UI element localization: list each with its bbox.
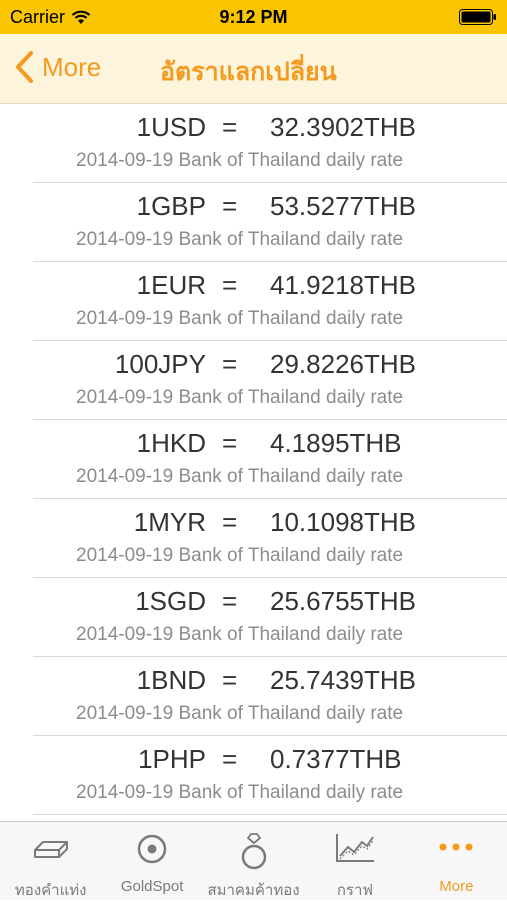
rate-row[interactable]: 1BND = 25.7439THB 2014-09-19 Bank of Thaila…	[33, 657, 507, 736]
tab-label: ทองคำแท่ง	[14, 882, 87, 899]
rate-line: 1EUR = 41.9218THB	[33, 270, 507, 304]
rate-line: 1SGD = 25.6755THB	[33, 586, 507, 620]
rate-line: 1USD = 32.3902THB	[33, 112, 507, 146]
tab-bar: ทองคำแท่ง GoldSpot สมาคมค้าทอง กราฟ More	[0, 821, 507, 900]
equals-sign: =	[222, 349, 238, 379]
currency-amount: 1GBP	[136, 191, 206, 221]
rate-description: 2014-09-19 Bank of Thailand daily rate	[76, 782, 404, 803]
equals-sign: =	[222, 428, 238, 458]
gold-bar-icon	[33, 841, 68, 858]
tab-goldspot[interactable]: GoldSpot	[101, 822, 202, 900]
tab-chart[interactable]: กราฟ	[304, 822, 405, 900]
equals-sign: =	[222, 744, 238, 774]
equals-sign: =	[222, 665, 238, 695]
equals-sign: =	[222, 112, 238, 142]
navigation-bar: More อัตราแลกเปลี่ยน	[0, 34, 507, 104]
rate-row[interactable]: 1PHP = 0.7377THB 2014-09-19 Bank of Thailan…	[33, 736, 507, 815]
rate-row[interactable]: 1MYR = 10.1098THB 2014-09-19 Bank of Thaila…	[33, 499, 507, 578]
status-bar: Carrier 9:12 PM	[0, 0, 507, 34]
target-icon	[137, 834, 167, 864]
rate-row[interactable]: 100JPY = 29.8226THB 2014-09-19 Bank of Thai…	[33, 341, 507, 420]
thb-value: 53.5277THB	[270, 191, 416, 221]
thb-value: 41.9218THB	[270, 270, 416, 300]
rate-line: 1PHP = 0.7377THB	[33, 744, 507, 778]
battery-icon	[459, 9, 496, 25]
rate-row[interactable]: 1USD = 32.3902THB 2014-09-19 Bank of Thaila…	[33, 104, 507, 183]
rates-list[interactable]: 1USD = 32.3902THB 2014-09-19 Bank of Thaila…	[0, 104, 507, 821]
chart-icon	[335, 834, 374, 862]
rate-description: 2014-09-19 Bank of Thailand daily rate	[76, 624, 404, 645]
currency-amount: 1MYR	[133, 507, 206, 537]
rate-row[interactable]: 1GBP = 53.5277THB 2014-09-19 Bank of Thaila…	[33, 183, 507, 262]
rate-description: 2014-09-19 Bank of Thailand daily rate	[76, 545, 404, 566]
tab-gold-association[interactable]: สมาคมค้าทอง	[203, 822, 304, 900]
clock: 9:12 PM	[219, 7, 288, 27]
rate-description: 2014-09-19 Bank of Thailand daily rate	[76, 229, 404, 250]
rate-line: 100JPY = 29.8226THB	[33, 349, 507, 383]
rate-description: 2014-09-19 Bank of Thailand daily rate	[76, 703, 404, 724]
back-label: More	[42, 51, 102, 82]
thb-value: 0.7377THB	[270, 744, 402, 774]
rate-row[interactable]: 1HKD = 4.1895THB 2014-09-19 Bank of Thailan…	[33, 420, 507, 499]
chevron-left-icon	[16, 51, 33, 83]
rate-line: 1BND = 25.7439THB	[33, 665, 507, 699]
rate-line: 1HKD = 4.1895THB	[33, 428, 507, 462]
thb-value: 32.3902THB	[270, 112, 416, 142]
equals-sign: =	[222, 586, 238, 616]
rate-line: 1GBP = 53.5277THB	[33, 191, 507, 225]
rate-description: 2014-09-19 Bank of Thailand daily rate	[76, 308, 404, 329]
equals-sign: =	[222, 507, 238, 537]
thb-value: 25.7439THB	[270, 665, 416, 695]
thb-value: 29.8226THB	[270, 349, 416, 379]
tab-label: More	[439, 878, 474, 895]
tab-gold-bar[interactable]: ทองคำแท่ง	[0, 822, 101, 900]
tab-label: กราฟ	[336, 882, 374, 899]
more-dots-icon	[439, 843, 473, 851]
page-title: อัตราแลกเปลี่ยน	[160, 58, 337, 86]
currency-amount: 1PHP	[138, 744, 206, 774]
rate-description: 2014-09-19 Bank of Thailand daily rate	[76, 150, 404, 171]
rate-line: 1MYR = 10.1098THB	[33, 507, 507, 541]
tab-label: GoldSpot	[120, 878, 184, 895]
rate-description: 2014-09-19 Bank of Thailand daily rate	[76, 387, 404, 408]
currency-amount: 1USD	[136, 112, 206, 142]
tab-label: สมาคมค้าทอง	[207, 882, 300, 899]
rate-description: 2014-09-19 Bank of Thailand daily rate	[76, 466, 404, 487]
currency-amount: 1BND	[136, 665, 206, 695]
currency-amount: 1EUR	[136, 270, 206, 300]
equals-sign: =	[222, 191, 238, 221]
rate-row[interactable]: 1SGD = 25.6755THB 2014-09-19 Bank of Thaila…	[33, 578, 507, 657]
currency-amount: 1SGD	[135, 586, 206, 616]
thb-value: 25.6755THB	[270, 586, 416, 616]
rate-row[interactable]: 1EUR = 41.9218THB 2014-09-19 Bank of Thaila…	[33, 262, 507, 341]
thb-value: 4.1895THB	[270, 428, 402, 458]
ring-icon	[241, 833, 266, 870]
currency-amount: 1HKD	[136, 428, 206, 458]
currency-amount: 100JPY	[114, 349, 206, 379]
tab-more[interactable]: More	[406, 822, 507, 900]
thb-value: 10.1098THB	[270, 507, 416, 537]
back-button[interactable]: More	[14, 50, 101, 84]
equals-sign: =	[222, 270, 238, 300]
